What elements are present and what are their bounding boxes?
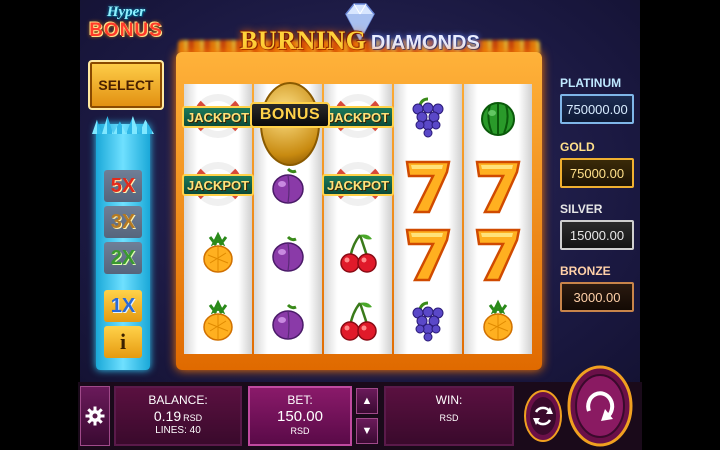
symbol-seven bbox=[464, 220, 532, 286]
seven-icon bbox=[475, 160, 521, 214]
arrow-down-icon: ▼ bbox=[361, 425, 373, 437]
bet-down-button[interactable]: ▼ bbox=[356, 418, 378, 444]
left-letterbox bbox=[0, 0, 80, 450]
symbol-seven bbox=[464, 152, 532, 218]
win-panel: WIN: RSD bbox=[384, 386, 514, 446]
symbol-seven bbox=[394, 220, 462, 286]
grapes-icon bbox=[412, 97, 444, 138]
symbol-plum bbox=[254, 288, 322, 354]
reel-4 bbox=[394, 84, 462, 354]
bonus-label: BONUS bbox=[250, 102, 330, 128]
cherry-icon bbox=[340, 234, 377, 273]
bet-value: 150.00 bbox=[277, 408, 323, 425]
orange-icon bbox=[203, 299, 233, 341]
watermelon-icon bbox=[481, 102, 515, 136]
game-stage: Hyper BONUS SELECT 5X 3X 2X 1X i BURNING… bbox=[0, 0, 720, 450]
hyper-bonus-line2: BONUS bbox=[89, 20, 163, 41]
lines-count: LINES: 40 bbox=[155, 425, 201, 436]
reel-3: JACKPOT JACKPOT bbox=[322, 84, 394, 354]
jackpot-label-platinum: PLATINUM bbox=[560, 76, 622, 90]
jackpot-label: JACKPOT bbox=[322, 174, 394, 196]
bet-up-button[interactable]: ▲ bbox=[356, 388, 378, 414]
settings-button[interactable] bbox=[80, 386, 110, 446]
logo-diamonds: DIAMONDS bbox=[370, 32, 480, 54]
hyper-bonus-logo: Hyper BONUS bbox=[84, 0, 168, 52]
balance-currency: RSD bbox=[183, 413, 203, 423]
reels: JACKPOT JACKPOT JACKPOT JACKPOT BONUS bbox=[182, 82, 534, 354]
gear-icon bbox=[85, 406, 105, 426]
symbol-seven bbox=[394, 152, 462, 218]
bet-panel[interactable]: BET: 150.00 RSD bbox=[248, 386, 352, 446]
bonus-symbol: BONUS bbox=[250, 78, 330, 170]
symbol-cherry bbox=[324, 220, 392, 286]
hyper-bonus-line1: Hyper bbox=[106, 4, 146, 20]
orange-icon bbox=[203, 231, 233, 273]
multiplier-5x: 5X bbox=[104, 170, 142, 202]
jackpot-value-silver: 15000.00 bbox=[560, 220, 634, 250]
bet-title: BET: bbox=[287, 393, 313, 407]
logo-burning: BURNING bbox=[240, 26, 367, 55]
jackpot-symbol: JACKPOT bbox=[182, 92, 254, 142]
multiplier-2x: 2X bbox=[104, 242, 142, 274]
orange-icon bbox=[483, 299, 513, 341]
symbol-orange bbox=[184, 288, 252, 354]
symbol-orange bbox=[184, 220, 252, 286]
symbol-cherry bbox=[324, 288, 392, 354]
arrow-up-icon: ▲ bbox=[361, 395, 373, 407]
symbol-grapes bbox=[394, 288, 462, 354]
symbol-jackpot: JACKPOT bbox=[182, 152, 254, 218]
win-title: WIN: bbox=[435, 393, 463, 407]
seven-icon bbox=[405, 160, 451, 214]
win-currency: RSD bbox=[439, 413, 459, 423]
select-button[interactable]: SELECT bbox=[88, 60, 164, 110]
info-button[interactable]: i bbox=[104, 326, 142, 358]
jackpot-value-platinum: 750000.00 bbox=[560, 94, 634, 124]
plum-icon bbox=[272, 235, 304, 272]
spin-icon bbox=[567, 365, 633, 447]
balance-panel: BALANCE: 0.19 RSD LINES: 40 bbox=[114, 386, 242, 446]
plum-icon bbox=[272, 303, 304, 340]
jackpot-symbol: JACKPOT bbox=[322, 92, 394, 142]
reel-5 bbox=[464, 84, 532, 354]
grapes-icon bbox=[412, 301, 444, 342]
symbol-watermelon bbox=[464, 84, 532, 150]
jackpot-label-silver: SILVER bbox=[560, 202, 603, 216]
autoplay-icon bbox=[524, 390, 562, 442]
multiplier-3x: 3X bbox=[104, 206, 142, 238]
symbol-jackpot: JACKPOT bbox=[182, 84, 254, 150]
symbol-grapes bbox=[394, 84, 462, 150]
jackpot-label-bronze: BRONZE bbox=[560, 264, 611, 278]
jackpot-label: JACKPOT bbox=[322, 106, 394, 128]
cherry-icon bbox=[340, 302, 377, 341]
bet-arrows: ▲ ▼ bbox=[356, 388, 378, 444]
symbol-plum bbox=[254, 220, 322, 286]
symbol-jackpot: JACKPOT bbox=[322, 84, 394, 150]
jackpot-value-bronze: 3000.00 bbox=[560, 282, 634, 312]
reel-1: JACKPOT JACKPOT bbox=[182, 84, 254, 354]
jackpot-label-gold: GOLD bbox=[560, 140, 595, 154]
seven-icon bbox=[405, 228, 451, 282]
jackpot-value-gold: 75000.00 bbox=[560, 158, 634, 188]
jackpot-label: JACKPOT bbox=[182, 174, 254, 196]
balance-title: BALANCE: bbox=[148, 393, 208, 407]
bet-currency: RSD bbox=[290, 426, 310, 436]
jackpot-symbol: JACKPOT bbox=[322, 160, 394, 210]
jackpot-label: JACKPOT bbox=[182, 106, 254, 128]
right-letterbox bbox=[640, 0, 720, 450]
spin-button[interactable] bbox=[566, 364, 634, 448]
jackpot-symbol: JACKPOT bbox=[182, 160, 254, 210]
seven-icon bbox=[475, 228, 521, 282]
symbol-jackpot: JACKPOT bbox=[322, 152, 394, 218]
symbol-orange bbox=[464, 288, 532, 354]
balance-value: 0.19 bbox=[153, 408, 182, 424]
autoplay-button[interactable] bbox=[522, 386, 564, 446]
multiplier-1x: 1X bbox=[104, 290, 142, 322]
